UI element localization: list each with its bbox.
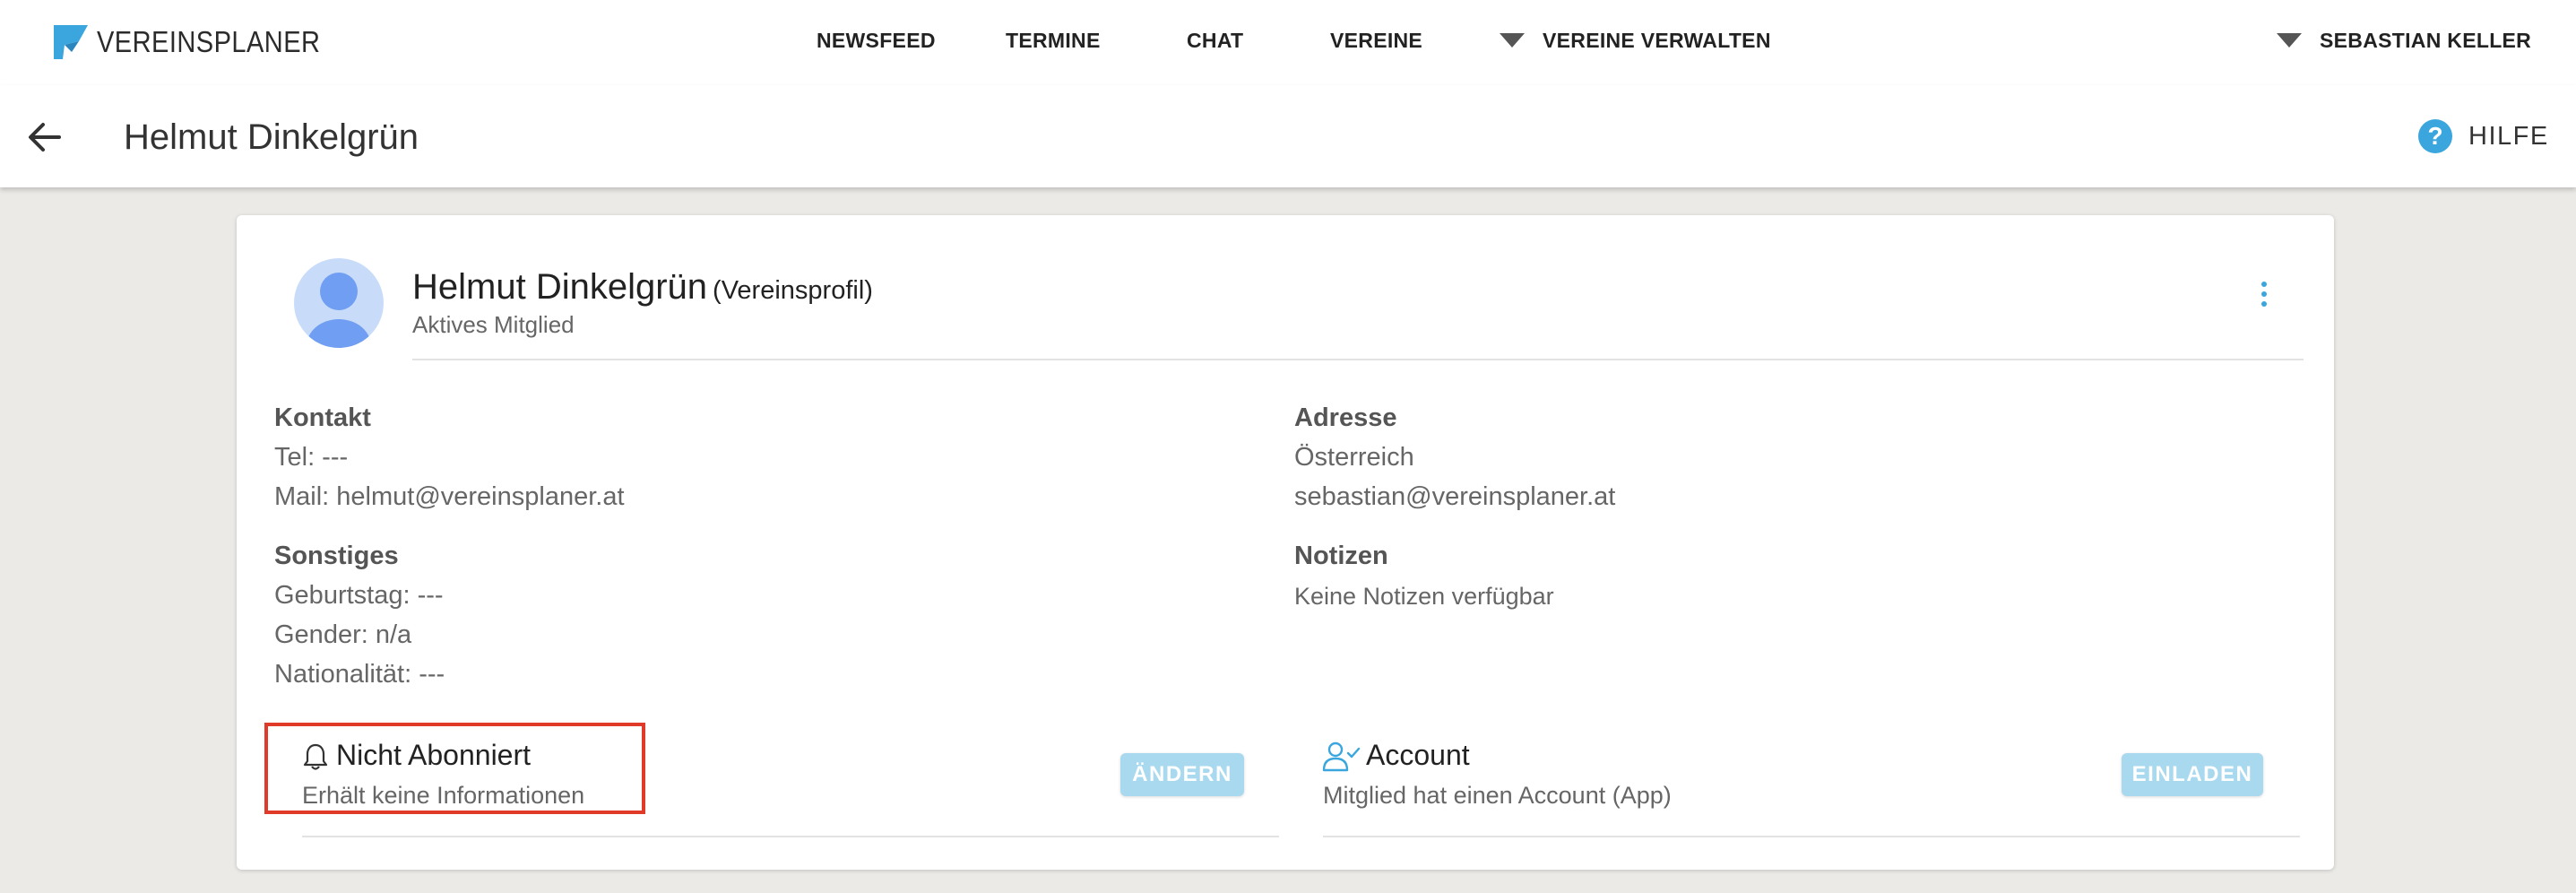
invite-account-button[interactable]: EINLADEN: [2122, 753, 2263, 796]
sonstiges-gender: Gender: n/a: [274, 620, 412, 649]
help-label: HILFE: [2468, 121, 2549, 151]
adresse-country: Österreich: [1294, 443, 1414, 472]
caret-down-icon: [2277, 32, 2302, 48]
help-button[interactable]: ? HILFE: [2418, 119, 2549, 153]
kebab-dot: [2261, 282, 2267, 287]
avatar-head: [320, 273, 358, 310]
more-vert-icon[interactable]: [2258, 282, 2270, 314]
user-name: SEBASTIAN KELLER: [2320, 29, 2532, 52]
sonstiges-nationality: Nationalität: ---: [274, 660, 445, 689]
logo-mark-icon: [54, 25, 88, 59]
notizen-text: Keine Notizen verfügbar: [1294, 583, 1554, 610]
profile-name: Helmut Dinkelgrün: [412, 267, 708, 307]
user-menu-dropdown[interactable]: SEBASTIAN KELLER: [2277, 29, 2531, 53]
subscription-subtitle: Erhält keine Informationen: [302, 782, 585, 809]
kontakt-tel: Tel: ---: [274, 443, 349, 472]
divider: [302, 836, 1279, 837]
avatar-body: [307, 319, 371, 348]
profile-name-line: Helmut Dinkelgrün (Vereinsprofil): [412, 267, 873, 308]
member-status: Aktives Mitglied: [412, 311, 575, 338]
kontakt-heading: Kontakt: [274, 403, 371, 432]
notizen-heading: Notizen: [1294, 542, 1388, 570]
caret-down-icon: [1500, 32, 1525, 48]
divider: [1323, 836, 2300, 837]
account-title: Account: [1366, 739, 1470, 771]
kebab-dot: [2261, 291, 2267, 297]
arrow-left-icon[interactable]: [27, 119, 63, 155]
nav-chat[interactable]: CHAT: [1187, 29, 1243, 53]
divider: [412, 359, 2304, 360]
subscription-title: Nicht Abonniert: [336, 739, 532, 771]
adresse-heading: Adresse: [1294, 403, 1397, 432]
sonstiges-birthday: Geburtstag: ---: [274, 581, 444, 610]
sonstiges-heading: Sonstiges: [274, 542, 399, 570]
change-subscription-button[interactable]: ÄNDERN: [1120, 753, 1244, 796]
member-profile-card: Helmut Dinkelgrün (Vereinsprofil) Aktives…: [237, 215, 2334, 870]
kontakt-mail: Mail: helmut@vereinsplaner.at: [274, 482, 625, 511]
nav-vereine-verwalten-dropdown[interactable]: VEREINE VERWALTEN: [1500, 29, 1771, 53]
avatar: [294, 258, 384, 348]
account-subtitle: Mitglied hat einen Account (App): [1323, 782, 1672, 809]
nav-termine[interactable]: TERMINE: [1006, 29, 1101, 53]
help-icon: ?: [2418, 119, 2452, 153]
logo-text: VEREINSPLANER: [97, 25, 321, 58]
user-check-icon: [1322, 741, 1361, 772]
page-title: Helmut Dinkelgrün: [124, 117, 419, 157]
bell-icon: [303, 743, 328, 770]
nav-newsfeed[interactable]: NEWSFEED: [817, 29, 936, 53]
top-navbar: VEREINSPLANER NEWSFEED TERMINE CHAT VERE…: [0, 0, 2576, 85]
nav-vereine[interactable]: VEREINE: [1330, 29, 1422, 53]
adresse-email: sebastian@vereinsplaner.at: [1294, 482, 1616, 511]
nav-vereine-verwalten-label: VEREINE VERWALTEN: [1543, 29, 1771, 52]
profile-type: (Vereinsprofil): [713, 276, 873, 305]
logo[interactable]: VEREINSPLANER: [52, 23, 350, 61]
page-header: Helmut Dinkelgrün ? HILFE: [0, 85, 2576, 187]
kebab-dot: [2261, 301, 2267, 307]
